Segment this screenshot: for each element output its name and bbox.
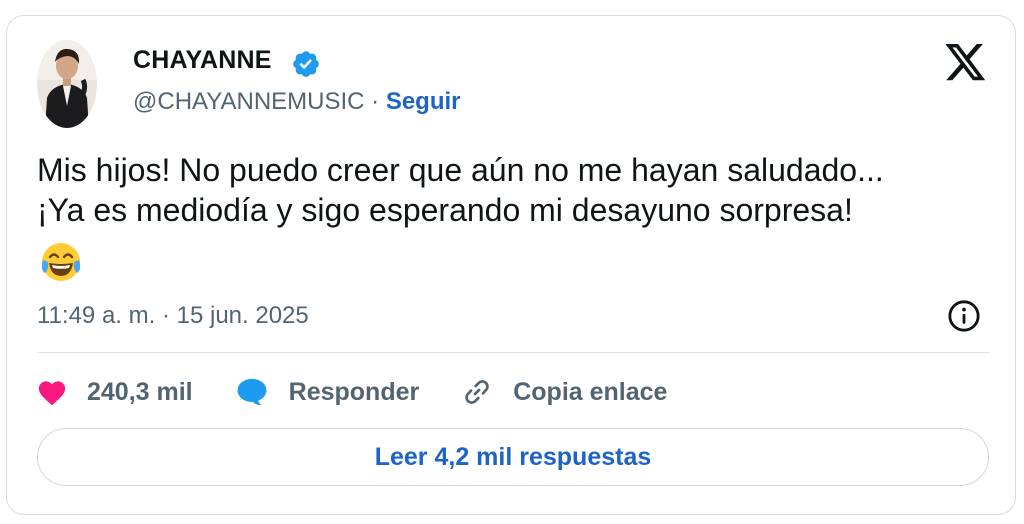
tweet-text: Mis hijos! No puedo creer que aún no me … xyxy=(37,150,997,230)
display-name[interactable]: CHAYANNE xyxy=(133,46,272,75)
speech-bubble-icon xyxy=(237,378,267,406)
reply-button[interactable]: Responder xyxy=(235,377,420,407)
info-icon[interactable] xyxy=(947,299,981,333)
verified-badge-icon xyxy=(291,49,321,79)
handle-row: @CHAYANNEMUSIC · Seguir xyxy=(133,88,461,116)
heart-icon xyxy=(38,381,66,406)
user-handle[interactable]: @CHAYANNEMUSIC xyxy=(133,88,365,115)
avatar[interactable] xyxy=(37,40,97,128)
follow-link[interactable]: Seguir xyxy=(386,88,461,115)
reply-label: Responder xyxy=(288,377,420,406)
handle-separator: · xyxy=(364,88,386,115)
copy-link-label: Copia enlace xyxy=(513,377,668,406)
tweet-text-line-2: ¡Ya es mediodía y sigo esperando mi desa… xyxy=(37,192,853,228)
tweet-card: CHAYANNE @CHAYANNEMUSIC · Seguir Mis hij… xyxy=(6,15,1016,515)
tweet-timestamp[interactable]: 11:49 a. m. · 15 jun. 2025 xyxy=(37,302,309,330)
like-count: 240,3 mil xyxy=(87,377,193,406)
tweet-text-line-1: Mis hijos! No puedo creer que aún no me … xyxy=(37,152,884,188)
link-icon xyxy=(465,380,489,404)
read-replies-button[interactable]: Leer 4,2 mil respuestas xyxy=(37,428,989,486)
face-with-tears-of-joy-icon xyxy=(39,240,83,284)
action-bar: 240,3 mil Responder Copia enlace xyxy=(37,368,709,416)
x-logo-icon[interactable] xyxy=(945,44,987,82)
divider xyxy=(37,352,989,353)
like-button[interactable]: 240,3 mil xyxy=(37,378,193,407)
copy-link-button[interactable]: Copia enlace xyxy=(461,376,667,408)
